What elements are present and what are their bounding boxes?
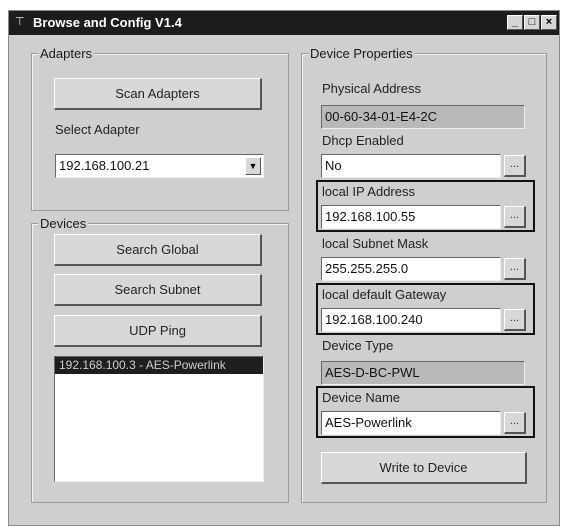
dhcp-edit-button[interactable]: ... [504,155,526,177]
device-name-field[interactable]: AES-Powerlink [321,411,501,435]
device-name-label: Device Name [322,390,401,405]
select-adapter-label: Select Adapter [55,122,140,137]
device-name-edit-button[interactable]: ... [504,412,526,434]
device-type-label: Device Type [322,338,394,353]
device-type-field: AES-D-BC-PWL [321,361,525,385]
device-properties-group-title: Device Properties [308,46,415,61]
physical-address-field: 00-60-34-01-E4-2C [321,105,525,129]
dhcp-enabled-label: Dhcp Enabled [322,133,404,148]
dhcp-enabled-field[interactable]: No [321,154,501,178]
subnet-mask-field[interactable]: 255.255.255.0 [321,257,501,281]
udp-ping-button[interactable]: UDP Ping [54,315,262,347]
search-subnet-button[interactable]: Search Subnet [54,274,262,306]
adapters-group-title: Adapters [38,46,95,61]
list-item[interactable]: 192.168.100.3 - AES-Powerlink [55,357,263,374]
adapter-select[interactable]: 192.168.100.21 ▼ [55,154,264,178]
app-window: ⊤ Browse and Config V1.4 _ □ × Adapters … [8,10,560,526]
physical-address-label: Physical Address [322,81,421,96]
close-button[interactable]: × [541,15,557,30]
app-icon: ⊤ [15,16,25,28]
scan-adapters-button[interactable]: Scan Adapters [54,78,262,110]
subnet-mask-label: local Subnet Mask [322,236,429,251]
search-global-button[interactable]: Search Global [54,234,262,266]
devices-group-title: Devices [38,216,89,231]
ip-address-label: local IP Address [322,184,415,199]
devices-group: Devices Search Global Search Subnet UDP … [31,216,289,503]
window-title: Browse and Config V1.4 [33,15,182,30]
subnet-edit-button[interactable]: ... [504,258,526,280]
gateway-label: local default Gateway [322,287,447,302]
write-to-device-button[interactable]: Write to Device [321,452,527,484]
adapters-group: Adapters Scan Adapters Select Adapter 19… [31,46,289,211]
minimize-button[interactable]: _ [507,15,523,30]
gateway-edit-button[interactable]: ... [504,309,526,331]
adapter-select-value: 192.168.100.21 [59,158,150,173]
title-bar[interactable]: ⊤ Browse and Config V1.4 _ □ × [9,11,559,35]
gateway-field[interactable]: 192.168.100.240 [321,308,501,332]
chevron-down-icon[interactable]: ▼ [245,157,261,175]
device-list[interactable]: 192.168.100.3 - AES-Powerlink [54,356,264,482]
device-properties-group: Device Properties Physical Address 00-60… [301,46,547,503]
ip-edit-button[interactable]: ... [504,206,526,228]
maximize-button[interactable]: □ [524,15,540,30]
ip-address-field[interactable]: 192.168.100.55 [321,205,501,229]
